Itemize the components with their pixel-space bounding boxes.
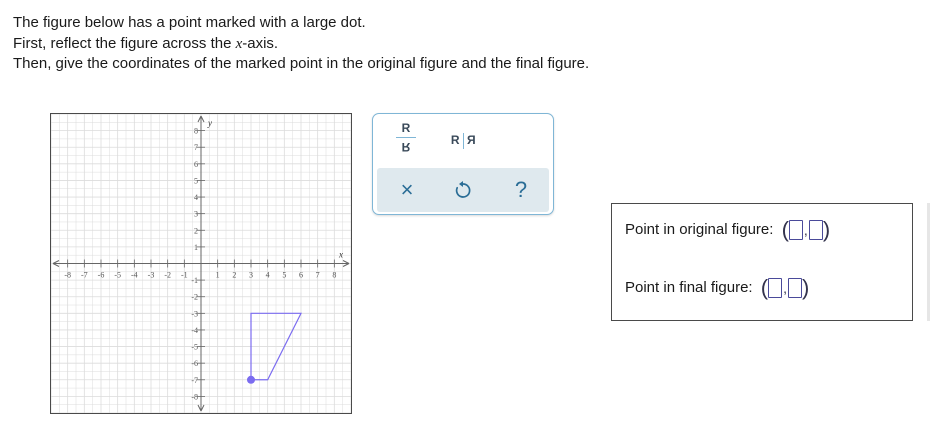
y-tick-label: -2 xyxy=(191,293,198,302)
close-paren: ) xyxy=(822,217,831,243)
x-tick-label: 1 xyxy=(216,271,220,280)
x-tick-label: -3 xyxy=(148,271,155,280)
undo-icon xyxy=(455,180,471,198)
x-tick-label: -7 xyxy=(81,271,88,280)
clear-button[interactable]: × xyxy=(391,176,423,204)
open-paren: ( xyxy=(760,275,769,301)
instruction-line-2-prefix: First, reflect the figure across the xyxy=(13,34,236,52)
y-tick-label: 3 xyxy=(194,210,198,219)
x-tick-label: 5 xyxy=(282,271,286,280)
original-x-input[interactable] xyxy=(788,220,803,241)
y-axis-label: y xyxy=(207,118,212,128)
answer-box: Point in original figure: (,) Point in f… xyxy=(611,203,913,321)
original-point-row: Point in original figure: (,) xyxy=(625,217,831,243)
reflect-vertical-button[interactable]: R R xyxy=(391,122,421,158)
x-tick-label: 3 xyxy=(249,271,253,280)
original-y-input[interactable] xyxy=(808,220,823,241)
reflect-vertical-line xyxy=(396,137,416,138)
x-tick-label: 4 xyxy=(266,271,270,280)
reflect-vertical-bottom-glyph: R xyxy=(401,140,411,154)
y-tick-label: -6 xyxy=(191,359,198,368)
original-point-label: Point in original figure: xyxy=(625,221,774,238)
x-tick-label: -1 xyxy=(181,271,188,280)
y-tick-label: 6 xyxy=(194,160,198,169)
y-tick-label: 2 xyxy=(194,226,198,235)
y-tick-label: -1 xyxy=(191,276,198,285)
reflect-vertical-top-glyph: R xyxy=(401,121,411,135)
final-y-input[interactable] xyxy=(787,278,802,299)
y-tick-label: 4 xyxy=(194,193,198,202)
y-tick-label: -8 xyxy=(191,392,198,401)
x-tick-label: -6 xyxy=(98,271,105,280)
coordinate-graph[interactable]: -8 -7 -6 -5 -4 -3 -2 -1 1 2 3 4 5 6 7 8 8 7 6 5 4 3 2 1 -1 -2 -3 -4… xyxy=(50,113,352,414)
graph-canvas[interactable]: -8 -7 -6 -5 -4 -3 -2 -1 1 2 3 4 5 6 7 8 8 7 6 5 4 3 2 1 -1 -2 -3 -4… xyxy=(51,114,351,413)
instruction-line-2: First, reflect the figure across the x-a… xyxy=(13,34,589,55)
x-axis-label: x xyxy=(338,250,343,260)
reflect-horizontal-right-glyph: R xyxy=(466,133,476,147)
help-icon: ? xyxy=(514,177,528,202)
y-tick-label: -4 xyxy=(191,326,198,335)
action-bar: × ? xyxy=(377,168,549,212)
instruction-line-1: The figure below has a point marked with… xyxy=(13,14,366,31)
close-icon: × xyxy=(400,177,414,202)
x-tick-label: 2 xyxy=(232,271,236,280)
help-button[interactable]: ? xyxy=(505,176,537,204)
y-tick-label: -7 xyxy=(191,376,198,385)
final-point-label: Point in final figure: xyxy=(625,279,753,296)
final-x-input[interactable] xyxy=(768,278,783,299)
marked-point xyxy=(247,375,255,384)
x-tick-label: 6 xyxy=(299,271,303,280)
reflect-horizontal-button[interactable]: RR xyxy=(443,128,483,152)
y-tick-label: 8 xyxy=(194,127,198,136)
original-point-coordinates: (,) xyxy=(781,217,831,243)
instructions: The figure below has a point marked with… xyxy=(13,13,589,75)
instruction-line-3: Then, give the coordinates of the marked… xyxy=(13,55,590,72)
instruction-line-2-suffix: -axis. xyxy=(242,34,279,52)
y-tick-label: 1 xyxy=(194,243,198,252)
comma: , xyxy=(803,222,808,239)
x-tick-label: -5 xyxy=(114,271,121,280)
reflect-horizontal-line xyxy=(462,132,464,149)
x-tick-label: -2 xyxy=(164,271,171,280)
x-tick-label: -4 xyxy=(131,271,138,280)
x-tick-label: -8 xyxy=(64,271,71,280)
undo-button[interactable] xyxy=(447,176,479,204)
y-tick-label: 7 xyxy=(194,143,198,152)
reflect-horizontal-left-glyph: R xyxy=(450,133,460,147)
x-tick-label: 7 xyxy=(316,271,320,280)
final-point-row: Point in final figure: (,) xyxy=(625,275,810,301)
transform-toolbar: R R RR × ? xyxy=(372,113,554,215)
y-tick-label: -5 xyxy=(191,343,198,352)
open-paren: ( xyxy=(781,217,789,243)
comma: , xyxy=(783,280,787,297)
x-tick-label: 8 xyxy=(332,271,336,280)
y-tick-label: 5 xyxy=(194,176,198,185)
y-tick-label: -3 xyxy=(191,309,198,318)
close-paren: ) xyxy=(801,275,810,301)
final-point-coordinates: (,) xyxy=(760,275,810,301)
